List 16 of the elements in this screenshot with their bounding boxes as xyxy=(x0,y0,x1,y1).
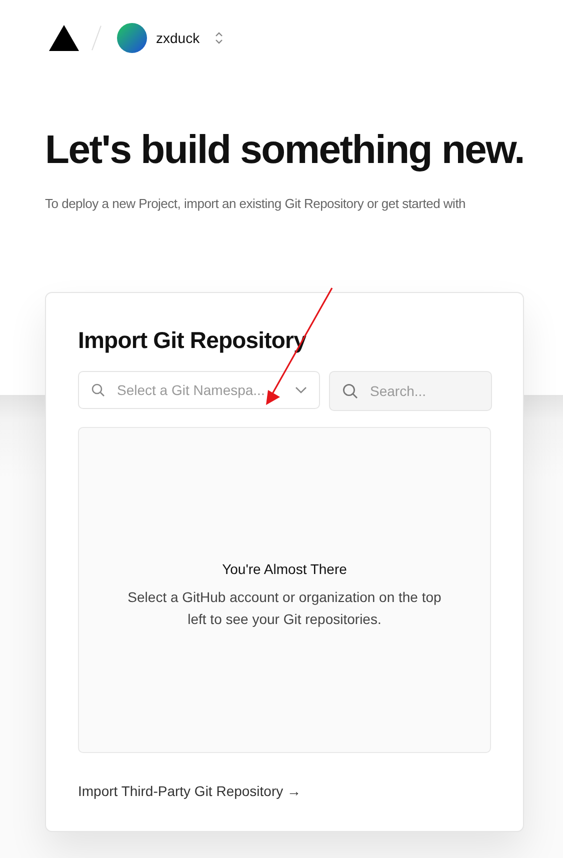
chevron-up-down-icon[interactable] xyxy=(214,30,224,46)
page-subtitle: To deploy a new Project, import an existing Git Repository or get started with xyxy=(45,196,467,211)
namespace-select[interactable]: Select a Git Namespa... xyxy=(78,371,320,409)
empty-state-title: You're Almost There xyxy=(222,560,347,576)
empty-state-text: Select a GitHub account or organization on the top left to see your Git repositories. xyxy=(126,588,442,629)
search-field[interactable]: Search... xyxy=(329,371,492,411)
logo-icon[interactable] xyxy=(49,24,79,50)
team-name[interactable]: zxduck xyxy=(156,30,200,46)
avatar xyxy=(117,22,147,52)
search-icon xyxy=(342,383,358,399)
third-party-import-link[interactable]: Import Third-Party Git Repository → xyxy=(78,783,302,799)
namespace-input[interactable]: Select a Git Namespa... xyxy=(117,382,295,398)
page-heading: Let's build something new. xyxy=(45,128,526,173)
chevron-down-icon xyxy=(295,386,307,394)
search-input[interactable]: Search... xyxy=(370,383,479,399)
search-icon xyxy=(91,383,105,397)
